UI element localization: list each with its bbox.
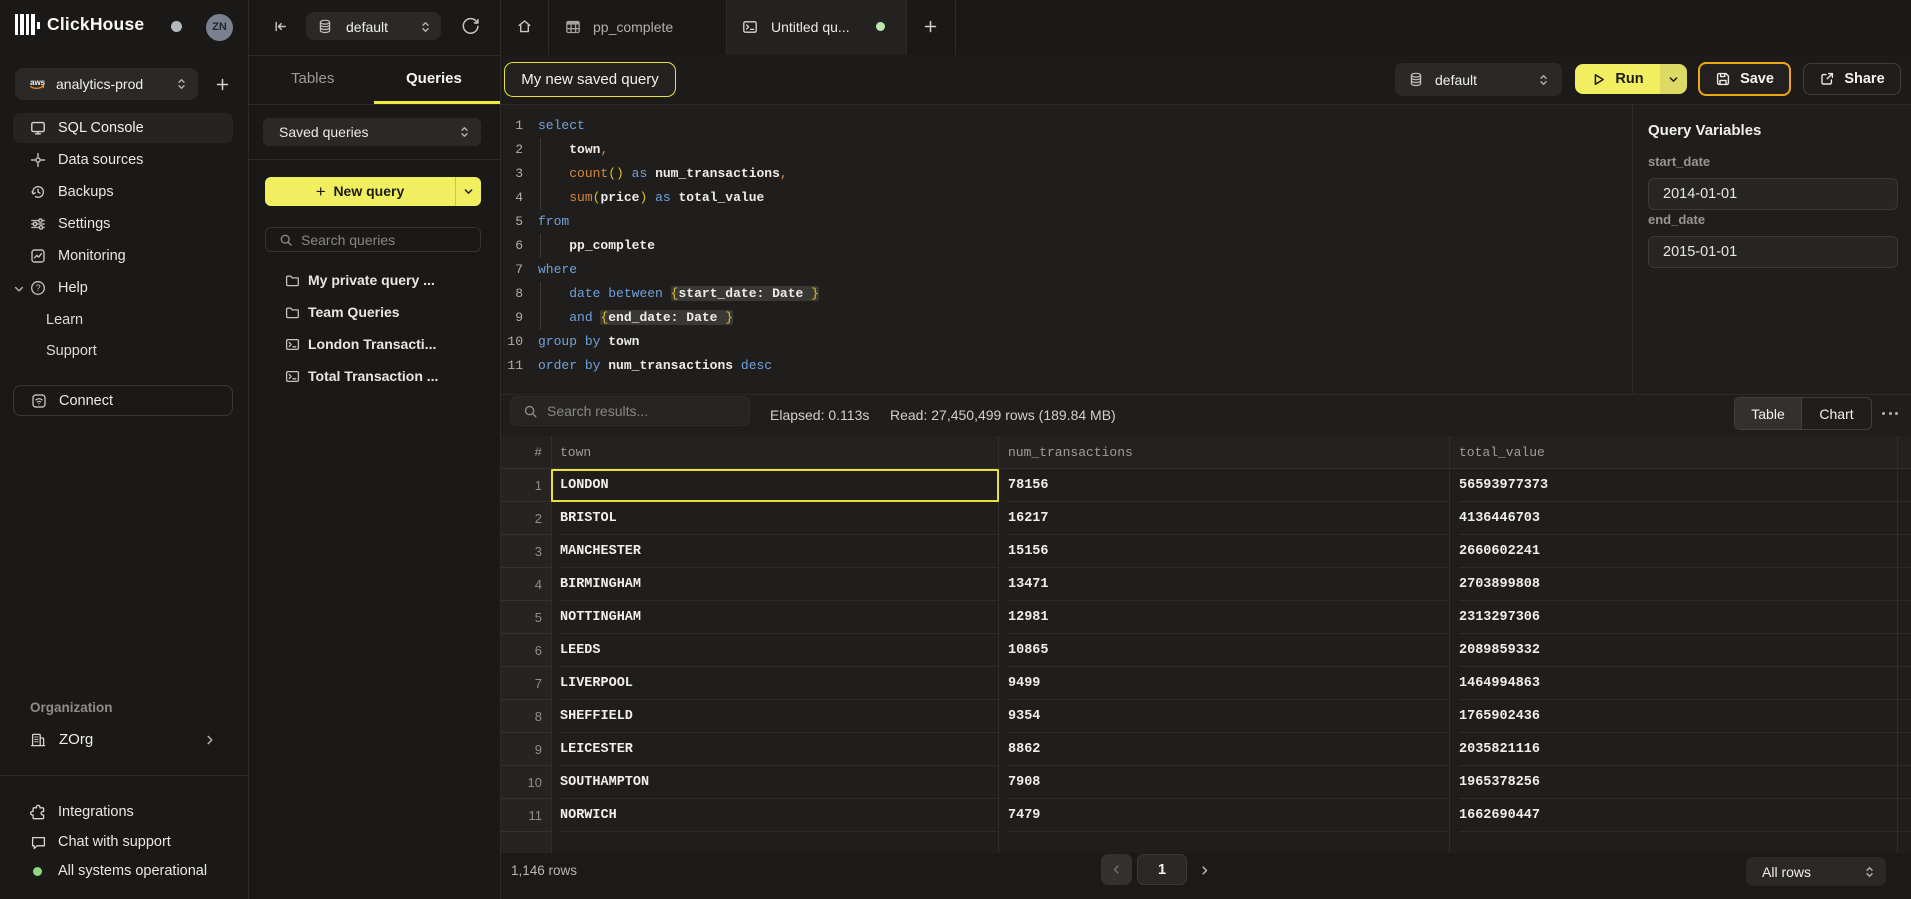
- svg-text:?: ?: [36, 283, 41, 293]
